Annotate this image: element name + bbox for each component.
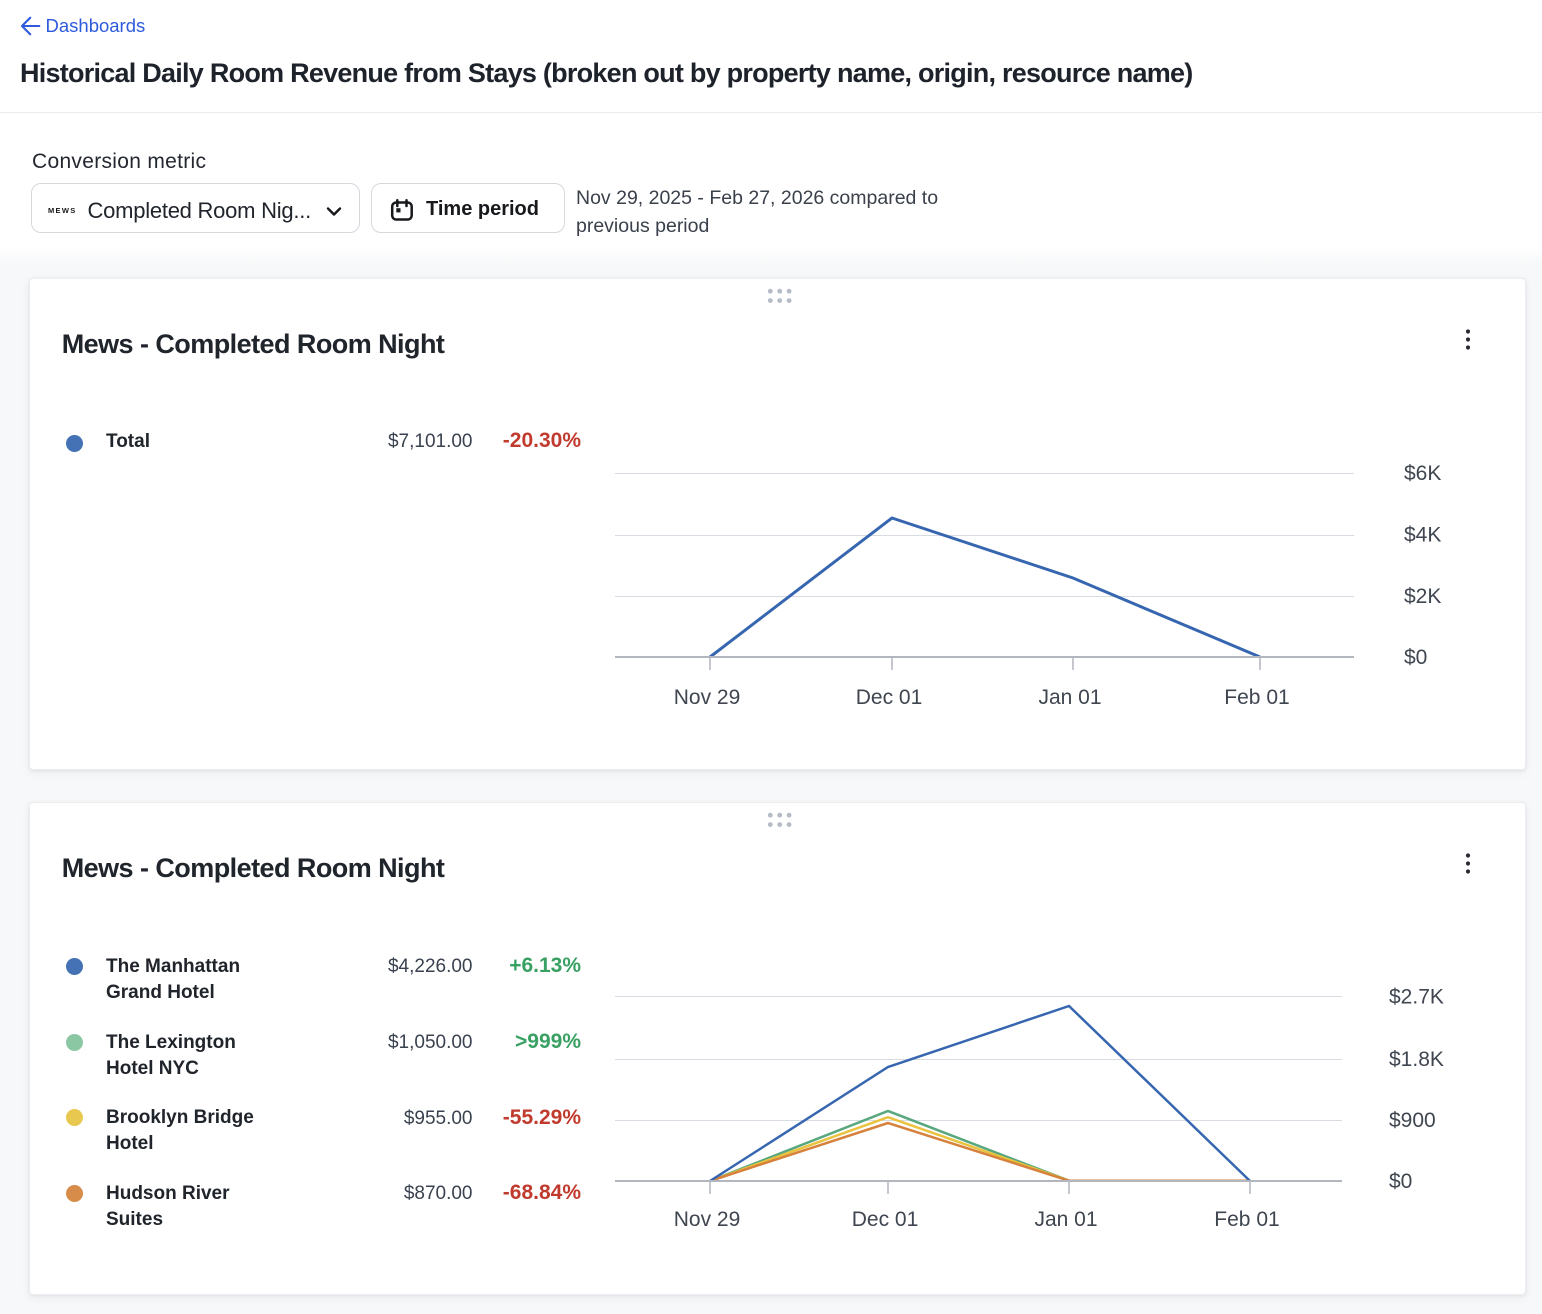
svg-text:Feb 01: Feb 01 (1214, 1208, 1279, 1231)
svg-text:$4K: $4K (1404, 524, 1441, 547)
svg-text:Jan 01: Jan 01 (1038, 686, 1101, 709)
svg-text:Feb 01: Feb 01 (1224, 686, 1289, 709)
svg-text:$0: $0 (1389, 1170, 1412, 1193)
svg-text:Nov 29: Nov 29 (674, 686, 741, 709)
svg-text:Dec 01: Dec 01 (856, 686, 923, 709)
svg-text:Jan 01: Jan 01 (1034, 1208, 1097, 1231)
svg-text:$6K: $6K (1404, 462, 1441, 485)
svg-text:$1.8K: $1.8K (1389, 1048, 1444, 1071)
svg-text:Nov 29: Nov 29 (674, 1208, 741, 1231)
svg-text:$0: $0 (1404, 646, 1427, 669)
svg-text:$2.7K: $2.7K (1389, 986, 1444, 1009)
svg-text:Dec 01: Dec 01 (852, 1208, 919, 1231)
svg-text:$2K: $2K (1404, 585, 1441, 608)
svg-text:$900: $900 (1389, 1109, 1436, 1132)
